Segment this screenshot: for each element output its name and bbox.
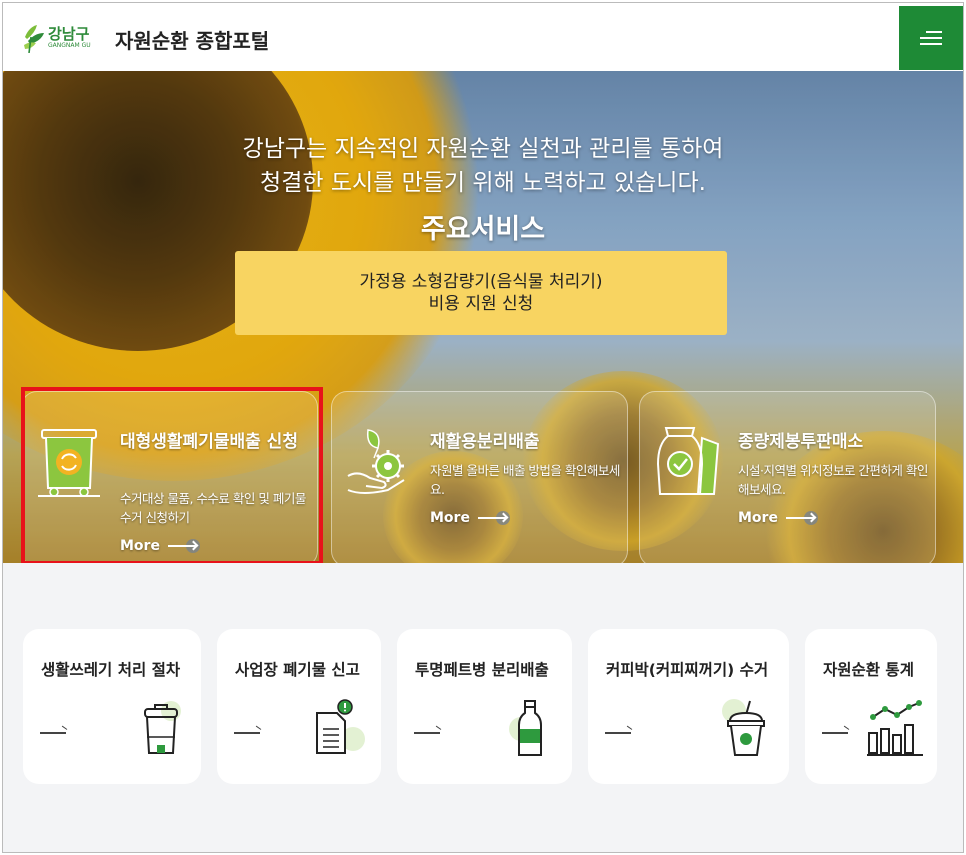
service-card-recycling[interactable]: 재활용분리배출 자원별 올바른 배출 방법을 확인해보세요. More — [331, 391, 628, 563]
more-label: More — [738, 510, 778, 526]
quick-link-pet-bottle[interactable]: 투명페트병 분리배출 — [397, 629, 572, 784]
main-services-heading: 주요서비스 — [420, 214, 546, 245]
service-card-trash-bag-store[interactable]: 종량제봉투판매소 시설·지역별 위치정보로 간편하게 확인해보세요. More — [639, 391, 936, 563]
more-link[interactable]: More — [430, 510, 510, 526]
quick-link-title: 커피박(커피찌꺼기) 수거 — [606, 661, 769, 679]
menu-button[interactable] — [899, 6, 963, 70]
quick-link-title: 자원순환 통계 — [823, 661, 914, 679]
site-header: 강남구 GANGNAM GU 자원순환 종합포털 — [3, 3, 963, 71]
site-title[interactable]: 자원순환 종합포털 — [115, 25, 269, 54]
cta-label-line2: 비용 지원 신청 — [428, 294, 534, 314]
quick-link-title: 투명페트병 분리배출 — [415, 661, 549, 679]
quick-links-section: 생활쓰레기 처리 절차 사업장 폐기물 신고 투명페트병 분리배출 커피박(커피… — [3, 563, 963, 852]
arrow-right-icon — [234, 732, 260, 734]
gangnam-leaf-logo-icon — [23, 23, 45, 54]
arrow-right-icon — [605, 732, 631, 734]
more-label: More — [120, 538, 160, 554]
more-label: More — [430, 510, 470, 526]
quick-link-business-waste[interactable]: 사업장 폐기물 신고 — [217, 629, 381, 784]
food-waste-disposer-subsidy-button[interactable]: 가정용 소형감량기(음식물 처리기) 비용 지원 신청 — [235, 251, 727, 335]
hamburger-menu-icon — [920, 31, 942, 45]
statistics-chart-icon — [865, 699, 925, 759]
quick-link-household-waste[interactable]: 생활쓰레기 처리 절차 — [23, 629, 201, 784]
logo-english-text: GANGNAM GU — [48, 42, 91, 49]
hero-intro-line2: 청결한 도시를 만들기 위해 노력하고 있습니다. — [260, 170, 706, 196]
more-link[interactable]: More — [738, 510, 818, 526]
arrow-right-icon — [477, 511, 510, 525]
coffee-cup-icon — [716, 699, 776, 759]
service-card-bulky-waste[interactable]: 대형생활폐기물배출 신청 수거대상 물품, 수수료 확인 및 폐기물 수거 신청… — [21, 391, 318, 563]
trash-bin-icon — [131, 699, 191, 759]
service-title: 재활용분리배출 — [430, 432, 540, 452]
document-alert-icon — [309, 699, 369, 759]
service-description: 자원별 올바른 배출 방법을 확인해보세요. — [430, 463, 620, 497]
arrow-right-icon — [40, 732, 66, 734]
service-description: 수거대상 물품, 수수료 확인 및 폐기물 수거 신청하기 — [120, 491, 306, 525]
quick-link-statistics[interactable]: 자원순환 통계 — [805, 629, 937, 784]
service-description: 시설·지역별 위치정보로 간편하게 확인해보세요. — [738, 463, 928, 497]
browser-frame: 강남구 GANGNAM GU 자원순환 종합포털 강남구는 지속적인 자원순환 … — [2, 2, 964, 853]
arrow-right-icon — [167, 539, 200, 553]
bulky-waste-bin-icon — [34, 424, 104, 498]
arrow-right-icon — [822, 732, 848, 734]
cta-label-line1: 가정용 소형감량기(음식물 처리기) — [359, 272, 603, 292]
quick-link-title: 생활쓰레기 처리 절차 — [41, 661, 181, 679]
arrow-right-icon — [414, 732, 440, 734]
service-title: 종량제봉투판매소 — [738, 432, 864, 452]
gangnam-logo[interactable]: 강남구 GANGNAM GU — [23, 23, 91, 54]
quick-link-title: 사업장 폐기물 신고 — [235, 661, 360, 679]
more-link[interactable]: More — [120, 538, 200, 554]
arrow-right-icon — [785, 511, 818, 525]
logo-korean-text: 강남구 — [48, 25, 90, 43]
quick-link-coffee-grounds[interactable]: 커피박(커피찌꺼기) 수거 — [588, 629, 789, 784]
garbage-bag-icon — [652, 424, 722, 498]
hero-banner: 강남구는 지속적인 자원순환 실천과 관리를 통하여 청결한 도시를 만들기 위… — [3, 71, 963, 563]
recycling-hand-gear-icon — [344, 424, 414, 498]
pet-bottle-icon — [501, 699, 561, 759]
hero-intro-line1: 강남구는 지속적인 자원순환 실천과 관리를 통하여 — [242, 136, 724, 162]
service-title: 대형생활폐기물배출 신청 — [120, 432, 298, 452]
